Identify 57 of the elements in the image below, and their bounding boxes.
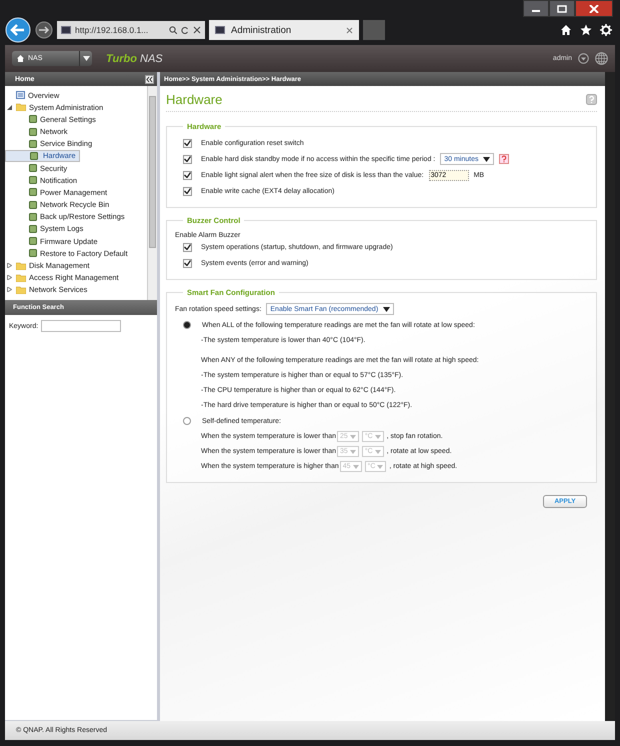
caret-icon [377,464,384,468]
minimize-button[interactable] [523,0,549,17]
refresh-icon[interactable] [181,26,189,34]
checkbox[interactable] [183,154,192,164]
radio-button[interactable] [183,417,191,425]
product-name: Turbo NAS [106,52,163,64]
settings-icon[interactable] [600,24,612,36]
caret-icon [383,306,390,312]
scrollbar[interactable] [147,86,157,300]
check-icon [184,260,191,266]
page-icon [61,26,71,34]
close-icon[interactable] [193,26,201,34]
check-icon [184,156,191,162]
forward-button[interactable] [35,21,53,39]
caret-icon [374,450,381,454]
search-icon[interactable] [169,26,177,34]
check-icon [184,140,191,146]
scrollbar[interactable] [605,72,615,721]
page-icon [215,26,225,34]
home-icon[interactable] [560,24,572,36]
checkbox[interactable] [183,138,192,148]
caret-icon [350,450,356,454]
list-icon [16,91,25,100]
maximize-icon [557,4,567,12]
caret-icon [483,156,490,162]
checkbox[interactable] [183,170,192,180]
keyword-field[interactable] [41,320,122,332]
caret-icon [352,464,359,468]
checkbox[interactable] [183,258,192,268]
help-icon[interactable] [499,154,510,164]
expander-icon[interactable] [7,287,12,292]
home-icon [17,55,24,62]
expander-icon[interactable] [7,263,12,268]
star-icon[interactable] [580,24,592,36]
check-icon [184,188,191,194]
check-icon [184,172,191,178]
maximize-button[interactable] [549,0,575,17]
radio-button[interactable] [183,321,191,329]
expander-icon[interactable] [7,104,12,110]
address-bar[interactable]: http://192.168.0.1... [57,21,205,39]
folder-icon [16,103,26,112]
check-icon [184,244,191,250]
browser-tab[interactable]: Administration [209,20,359,40]
close-icon [589,4,599,12]
close-icon[interactable] [346,26,353,34]
caret-icon[interactable] [578,53,589,64]
close-button[interactable] [575,0,613,17]
collapse-icon[interactable] [145,74,154,84]
caret-icon [350,434,356,438]
caret-icon [82,56,90,61]
expander-icon[interactable] [7,275,12,280]
caret-icon [374,434,381,438]
globe-icon[interactable] [595,52,608,65]
checkbox[interactable] [183,242,192,252]
page-title: Hardware [166,92,222,107]
checkbox[interactable] [183,186,192,196]
back-button[interactable] [5,17,31,43]
